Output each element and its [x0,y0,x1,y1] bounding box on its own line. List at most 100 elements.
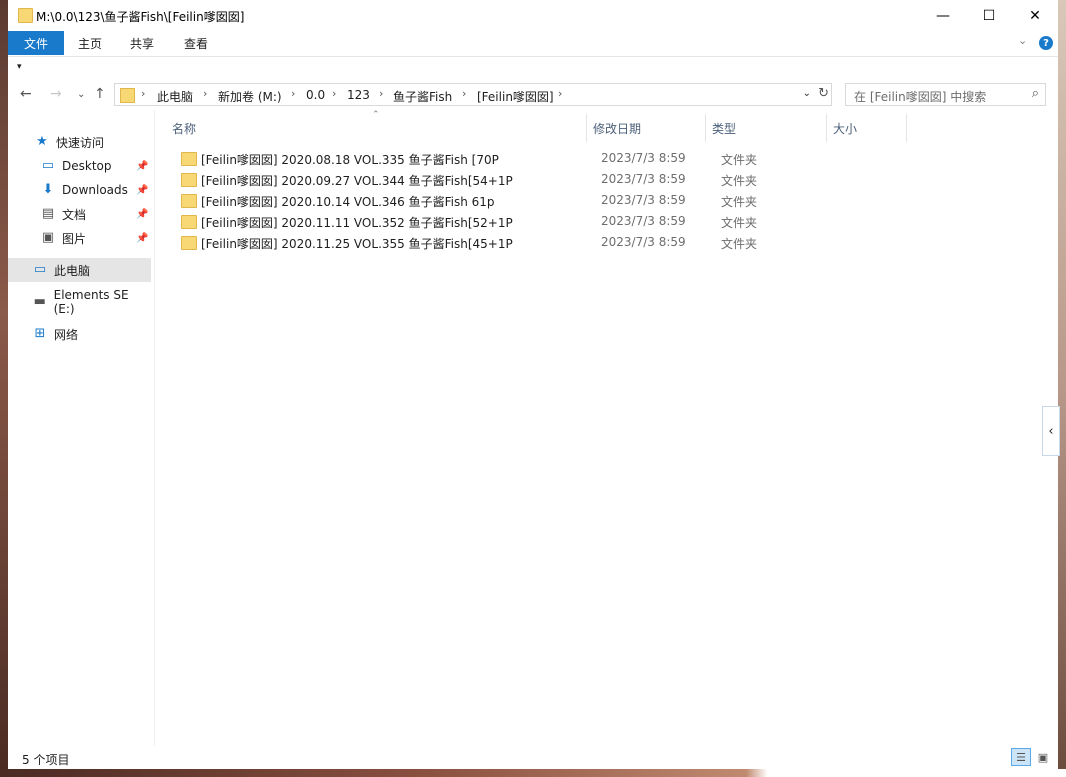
breadcrumb-separator-icon[interactable]: › [332,87,336,100]
preview-pane-toggle-icon[interactable]: ‹ [1042,406,1060,456]
folder-icon [18,8,33,23]
star-icon: ★ [36,134,48,149]
maximize-button[interactable]: ☐ [966,0,1012,31]
help-icon[interactable]: ? [1039,36,1053,50]
sidebar-item-label: 图片 [62,231,87,246]
close-button[interactable]: ✕ [1012,0,1058,31]
forward-icon[interactable]: → [50,86,62,102]
sidebar-item-quick-access[interactable]: ★ 快速访问 [8,130,151,154]
back-icon[interactable]: ← [20,86,32,102]
navigation-pane: ★ 快速访问 ▭ Desktop 📌 ⬇ Downloads 📌 ▤ 文档 📌 … [8,110,154,746]
tab-home[interactable]: 主页 [78,31,102,55]
search-placeholder: 在 [Feilin嗲囡囡] 中搜索 [854,90,987,104]
explorer-window: M:\0.0\123\鱼子酱Fish\[Feilin嗲囡囡] — ☐ ✕ 文件 … [8,0,1060,769]
folder-icon [120,88,135,103]
sidebar-item-downloads[interactable]: ⬇ Downloads 📌 [8,178,151,202]
pin-icon[interactable]: 📌 [136,209,148,220]
breadcrumb-separator-icon[interactable]: › [291,87,295,100]
sidebar-item-this-pc[interactable]: ▭ 此电脑 [8,258,151,282]
file-name: [Feilin嗲囡囡] 2020.09.27 VOL.344 鱼子酱Fish[5… [201,174,513,188]
file-name: [Feilin嗲囡囡] 2020.11.25 VOL.355 鱼子酱Fish[4… [201,237,513,251]
window-title: M:\0.0\123\鱼子酱Fish\[Feilin嗲囡囡] [36,10,245,24]
table-row[interactable]: [Feilin嗲囡囡] 2020.11.25 VOL.355 鱼子酱Fish[4… [171,232,1051,253]
breadcrumb-item[interactable]: 新加卷 (M:) [218,88,282,105]
search-icon[interactable]: ⌕ [1032,86,1039,101]
file-date: 2023/7/3 8:59 [601,151,686,165]
address-dropdown-icon[interactable]: ⌄ [803,88,811,99]
breadcrumb-separator-icon[interactable]: › [141,87,145,100]
file-name: [Feilin嗲囡囡] 2020.11.11 VOL.352 鱼子酱Fish[5… [201,216,513,230]
breadcrumb-item[interactable]: 鱼子酱Fish [393,88,452,105]
customize-toolbar-icon[interactable]: ▾ [17,62,22,72]
search-input[interactable]: 在 [Feilin嗲囡囡] 中搜索 ⌕ [845,83,1046,106]
tab-share[interactable]: 共享 [130,31,154,55]
breadcrumb-separator-icon[interactable]: › [379,87,383,100]
folder-icon [181,194,197,208]
sidebar-item-pictures[interactable]: ▣ 图片 📌 [8,226,151,250]
table-row[interactable]: [Feilin嗲囡囡] 2020.10.14 VOL.346 鱼子酱Fish 6… [171,190,1051,211]
sidebar-item-elements-drive[interactable]: ▬ Elements SE (E:) [8,288,151,316]
ribbon-expand-icon[interactable]: ⌄ [1018,34,1027,47]
column-header-size[interactable]: 大小 [833,120,857,137]
sort-ascending-icon: ⌃ [372,110,380,120]
column-divider[interactable] [826,114,827,142]
breadcrumb-item[interactable]: [Feilin嗲囡囡] [477,88,554,105]
status-bar: 5 个项目 ☰ ▣ [8,746,1058,769]
column-header-date[interactable]: 修改日期 [593,120,641,137]
desktop-icon: ▭ [41,158,55,173]
column-divider[interactable] [906,114,907,142]
tab-view[interactable]: 查看 [184,31,208,55]
breadcrumb-separator-icon[interactable]: › [558,87,562,100]
tab-file[interactable]: 文件 [8,31,64,55]
file-date: 2023/7/3 8:59 [601,193,686,207]
address-bar[interactable]: › 此电脑 › 新加卷 (M:) › 0.0 › 123 › 鱼子酱Fish ›… [114,83,832,106]
pin-icon[interactable]: 📌 [136,185,148,196]
drive-icon: ▬ [33,294,46,309]
file-type: 文件夹 [721,237,758,251]
folder-icon [181,215,197,229]
up-icon[interactable]: ↑ [94,86,106,102]
file-date: 2023/7/3 8:59 [601,214,686,228]
file-date: 2023/7/3 8:59 [601,235,686,249]
file-type: 文件夹 [721,153,758,167]
column-divider[interactable] [705,114,706,142]
computer-icon: ▭ [33,262,47,277]
details-view-icon[interactable]: ☰ [1011,748,1031,766]
ribbon-tabs: 文件 主页 共享 查看 ⌄ ? [8,31,1058,56]
pin-icon[interactable]: 📌 [136,233,148,244]
breadcrumb-item[interactable]: 0.0 [306,88,325,102]
picture-icon: ▣ [41,230,55,245]
breadcrumb-separator-icon[interactable]: › [203,87,207,100]
refresh-icon[interactable]: ↻ [818,86,829,101]
breadcrumb-item[interactable]: 此电脑 [157,88,193,105]
file-type: 文件夹 [721,174,758,188]
file-date: 2023/7/3 8:59 [601,172,686,186]
recent-locations-icon[interactable]: ⌄ [77,89,85,100]
pin-icon[interactable]: 📌 [136,161,148,172]
breadcrumb-item[interactable]: 123 [347,88,370,102]
sidebar-item-documents[interactable]: ▤ 文档 📌 [8,202,151,226]
file-list: ⌃ 名称 修改日期 类型 大小 [Feilin嗲囡囡] 2020.08.18 V… [155,110,1058,746]
minimize-button[interactable]: — [920,0,966,31]
sidebar-item-network[interactable]: ⊞ 网络 [8,322,151,346]
table-row[interactable]: [Feilin嗲囡囡] 2020.11.11 VOL.352 鱼子酱Fish[5… [171,211,1051,232]
document-icon: ▤ [41,206,55,221]
sidebar-item-label: Desktop [62,159,112,173]
desktop-background-bottom [0,769,1066,777]
large-icons-view-icon[interactable]: ▣ [1033,748,1053,766]
sidebar-item-desktop[interactable]: ▭ Desktop 📌 [8,154,151,178]
table-row[interactable]: [Feilin嗲囡囡] 2020.09.27 VOL.344 鱼子酱Fish[5… [171,169,1051,190]
sidebar-item-label: 文档 [62,207,87,222]
folder-icon [181,152,197,166]
download-icon: ⬇ [42,182,54,197]
sidebar-item-label: Elements SE (E:) [53,288,129,316]
file-type: 文件夹 [721,216,758,230]
quick-access-toolbar: ▾ [8,56,1058,83]
column-header-type[interactable]: 类型 [712,120,736,137]
table-row[interactable]: [Feilin嗲囡囡] 2020.08.18 VOL.335 鱼子酱Fish [… [171,148,1051,169]
title-bar[interactable]: M:\0.0\123\鱼子酱Fish\[Feilin嗲囡囡] — ☐ ✕ [8,0,1058,31]
sidebar-item-label: 快速访问 [56,135,105,150]
column-header-name[interactable]: 名称 [172,120,196,137]
breadcrumb-separator-icon[interactable]: › [462,87,466,100]
column-divider[interactable] [586,114,587,142]
